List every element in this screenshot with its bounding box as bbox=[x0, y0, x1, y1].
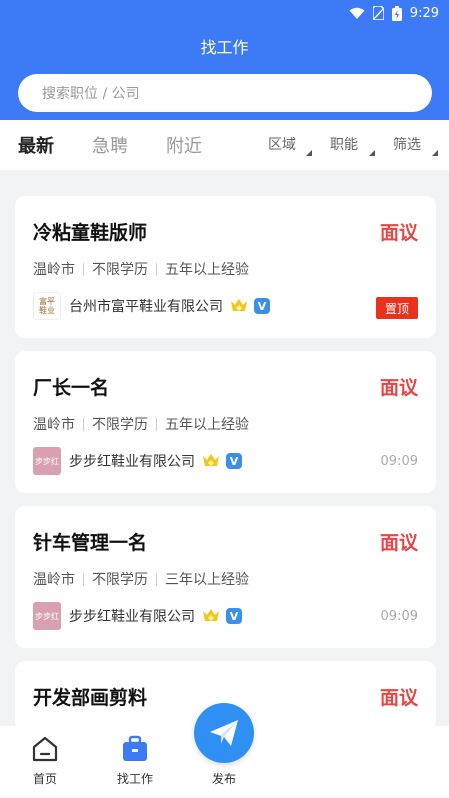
job-salary: 面议 bbox=[379, 222, 418, 244]
tab-latest[interactable]: 最新 bbox=[18, 132, 54, 158]
job-experience: 三年以上经验 bbox=[165, 572, 249, 588]
caret-down-icon bbox=[306, 150, 312, 156]
crown-icon bbox=[203, 454, 219, 466]
job-education: 不限学历 bbox=[92, 262, 148, 278]
divider bbox=[156, 417, 157, 431]
status-bar: 9:29 bbox=[349, 4, 439, 22]
nav-publish-label: 发布 bbox=[211, 772, 236, 786]
job-location: 温岭市 bbox=[33, 572, 75, 588]
search-input[interactable]: 搜索职位 / 公司 bbox=[18, 74, 432, 112]
battery-icon bbox=[391, 5, 402, 21]
tab-nearby[interactable]: 附近 bbox=[166, 132, 202, 158]
job-card[interactable]: 冷粘童鞋版师 面议 温岭市 不限学历 五年以上经验 富平 鞋业 台州市富平鞋业有… bbox=[15, 196, 436, 338]
company-logo: 步步红 bbox=[33, 447, 61, 475]
filter-function[interactable]: 职能 bbox=[330, 134, 358, 154]
job-experience: 五年以上经验 bbox=[165, 417, 249, 433]
divider bbox=[83, 572, 84, 586]
job-location: 温岭市 bbox=[33, 262, 75, 278]
company-name: 步步红鞋业有限公司 bbox=[69, 609, 195, 625]
verified-icon: V bbox=[226, 608, 242, 624]
divider bbox=[83, 417, 84, 431]
search-placeholder: 搜索职位 / 公司 bbox=[42, 86, 140, 102]
job-salary: 面议 bbox=[379, 532, 418, 554]
job-education: 不限学历 bbox=[92, 417, 148, 433]
post-time: 09:09 bbox=[380, 609, 418, 624]
job-tags: 温岭市 不限学历 三年以上经验 bbox=[33, 569, 249, 589]
crown-icon bbox=[231, 299, 247, 311]
job-tags: 温岭市 不限学历 五年以上经验 bbox=[33, 259, 249, 279]
divider bbox=[156, 262, 157, 276]
job-location: 温岭市 bbox=[33, 417, 75, 433]
job-card[interactable]: 针车管理一名 面议 温岭市 不限学历 三年以上经验 步步红 步步红鞋业有限公司 … bbox=[15, 506, 436, 648]
status-time: 9:29 bbox=[409, 5, 439, 21]
company-logo: 步步红 bbox=[33, 602, 61, 630]
job-title: 冷粘童鞋版师 bbox=[33, 222, 148, 244]
job-title: 开发部画剪料 bbox=[33, 687, 148, 709]
filter-region[interactable]: 区域 bbox=[268, 134, 296, 154]
company-name: 台州市富平鞋业有限公司 bbox=[69, 299, 223, 315]
tab-urgent[interactable]: 急聘 bbox=[92, 132, 128, 158]
company-name: 步步红鞋业有限公司 bbox=[69, 454, 195, 470]
job-tags: 温岭市 不限学历 五年以上经验 bbox=[33, 414, 249, 434]
company-row: 步步红 步步红鞋业有限公司 V bbox=[33, 446, 242, 476]
job-salary: 面议 bbox=[379, 377, 418, 399]
page-title: 找工作 bbox=[200, 38, 249, 57]
company-row: 步步红 步步红鞋业有限公司 V bbox=[33, 601, 242, 631]
company-row: 富平 鞋业 台州市富平鞋业有限公司 V bbox=[33, 291, 270, 321]
tab-bar: 最新 急聘 附近 bbox=[0, 120, 449, 170]
filter-screen[interactable]: 筛选 bbox=[393, 134, 421, 154]
job-title: 厂长一名 bbox=[33, 377, 110, 399]
caret-down-icon bbox=[432, 150, 438, 156]
crown-icon bbox=[203, 609, 219, 621]
nav-home-label: 首页 bbox=[32, 772, 57, 786]
job-salary: 面议 bbox=[379, 687, 418, 709]
verified-icon: V bbox=[254, 298, 270, 314]
job-card[interactable]: 厂长一名 面议 温岭市 不限学历 五年以上经验 步步红 步步红鞋业有限公司 V … bbox=[15, 351, 436, 493]
home-icon bbox=[32, 736, 58, 762]
job-experience: 五年以上经验 bbox=[165, 262, 249, 278]
job-title: 针车管理一名 bbox=[33, 532, 148, 554]
divider bbox=[83, 262, 84, 276]
post-time: 09:09 bbox=[380, 454, 418, 469]
caret-down-icon bbox=[369, 150, 375, 156]
pinned-badge: 置顶 bbox=[376, 297, 418, 319]
wifi-icon bbox=[349, 7, 365, 19]
publish-button[interactable] bbox=[194, 703, 254, 763]
verified-icon: V bbox=[226, 453, 242, 469]
briefcase-icon bbox=[123, 735, 147, 761]
paper-plane-icon bbox=[210, 720, 238, 746]
nav-jobs-label: 找工作 bbox=[116, 772, 153, 786]
app-header: 9:29 找工作 搜索职位 / 公司 bbox=[0, 0, 449, 120]
divider bbox=[156, 572, 157, 586]
sim-icon bbox=[372, 6, 384, 20]
job-education: 不限学历 bbox=[92, 572, 148, 588]
company-logo: 富平 鞋业 bbox=[33, 292, 61, 320]
